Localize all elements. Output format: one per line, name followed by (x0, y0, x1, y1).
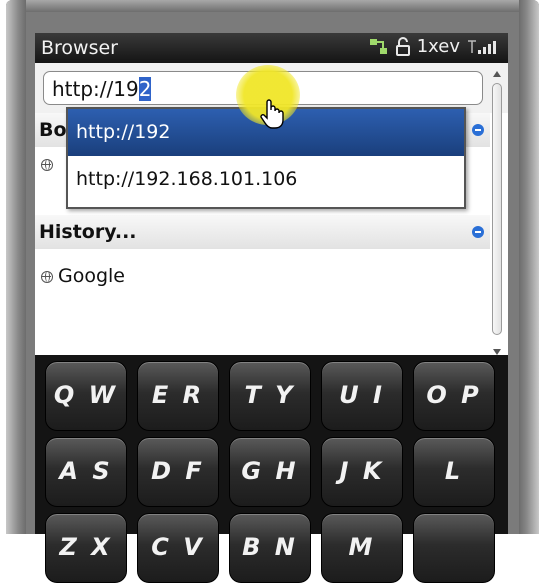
history-expand-icon[interactable] (472, 226, 484, 238)
history-item-label: Google (58, 265, 126, 287)
key-er[interactable]: E R (137, 361, 219, 431)
history-header-label: History... (39, 221, 137, 243)
connection-icon (369, 38, 387, 54)
key-qw[interactable]: Q W (45, 361, 127, 431)
key-ui[interactable]: U I (321, 361, 403, 431)
scrollbar[interactable] (491, 71, 503, 355)
frame-left-bezel (6, 0, 26, 534)
history-header[interactable]: History... (35, 215, 490, 249)
key-df[interactable]: D F (137, 437, 219, 507)
suggestion-item[interactable]: http://192.168.101.106 (68, 156, 464, 203)
lock-icon (395, 36, 410, 56)
signal-icon (468, 39, 496, 54)
key-del[interactable] (413, 513, 495, 583)
history-item-google[interactable]: Google (35, 259, 490, 293)
key-cv[interactable]: C V (137, 513, 219, 583)
status-bar: Browser 1xev (35, 33, 508, 63)
url-selected-text: 2 (138, 77, 152, 101)
frame-right-bezel (519, 0, 539, 534)
key-gh[interactable]: G H (229, 437, 311, 507)
key-op[interactable]: O P (413, 361, 495, 431)
key-l[interactable]: L (413, 437, 495, 507)
frame-top-bezel (6, 0, 539, 12)
url-typed-text: http://19 (52, 77, 139, 101)
hand-cursor-icon (260, 99, 284, 129)
globe-icon (41, 270, 53, 283)
key-m[interactable]: M (321, 513, 403, 583)
status-icons: 1xev (369, 36, 498, 57)
app-title: Browser (41, 37, 118, 59)
key-jk[interactable]: J K (321, 437, 403, 507)
scroll-track[interactable] (492, 83, 502, 335)
key-as[interactable]: A S (45, 437, 127, 507)
network-type: 1xev (416, 36, 460, 57)
scroll-up-arrow-icon[interactable] (493, 71, 501, 77)
globe-icon (41, 158, 53, 171)
key-bn[interactable]: B N (229, 513, 311, 583)
keyboard: Q W E R T Y U I O P A S D F G H J K L Z … (35, 355, 508, 583)
bookmarks-header-label: Bo (39, 119, 67, 141)
bookmarks-expand-icon[interactable] (472, 124, 484, 136)
key-zx[interactable]: Z X (45, 513, 127, 583)
key-ty[interactable]: T Y (229, 361, 311, 431)
